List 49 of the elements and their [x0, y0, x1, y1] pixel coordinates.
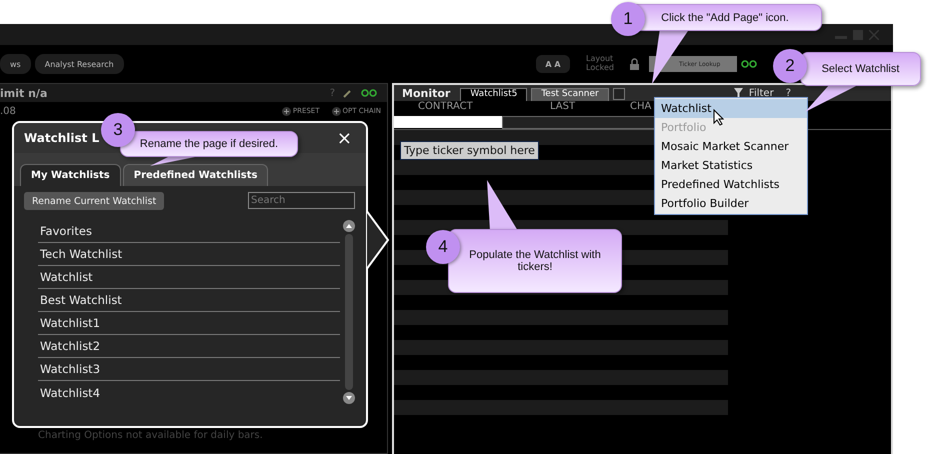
callout-pointer: [487, 180, 518, 231]
panel-title: imit n/a: [0, 86, 48, 100]
price-value: .08: [0, 106, 17, 116]
close-button[interactable]: ×: [336, 128, 352, 148]
plus-icon[interactable]: [282, 106, 291, 116]
add-page-button[interactable]: [612, 88, 625, 100]
column-header: CONTRACT: [418, 101, 474, 114]
watchlist-item[interactable]: Watchlist3: [38, 358, 340, 381]
column-header: LAST: [550, 101, 576, 114]
dialog-title: Watchlist L: [24, 131, 100, 145]
callout-text: Populate the Watchlist with tickers!: [448, 229, 622, 293]
funnel-icon[interactable]: [734, 88, 743, 98]
page-tab[interactable]: Test Scanner: [531, 88, 609, 101]
page-tab[interactable]: Watchlist5: [460, 88, 528, 101]
layout-status: Layout Locked: [586, 55, 615, 73]
scroll-down-icon[interactable]: [343, 392, 355, 404]
menu-item[interactable]: Portfolio Builder: [655, 194, 807, 213]
menu-item[interactable]: Watchlist: [655, 99, 807, 118]
font-size-button[interactable]: A A: [536, 55, 570, 73]
dialog-tab[interactable]: My Watchlists: [20, 164, 121, 186]
link-icon[interactable]: [741, 60, 757, 68]
watchlist-item[interactable]: Watchlist4: [38, 381, 340, 404]
rename-button[interactable]: Rename Current Watchlist: [24, 192, 164, 210]
menu-item[interactable]: Market Statistics: [655, 156, 807, 175]
menu-item[interactable]: Mosaic Market Scanner: [655, 137, 807, 156]
callout-text: Select Watchlist: [800, 52, 921, 86]
watchlist-item[interactable]: Tech Watchlist: [38, 243, 340, 266]
search-field[interactable]: Search: [248, 192, 355, 209]
scroll-up-icon[interactable]: [343, 220, 355, 232]
dialog-tab[interactable]: Predefined Watchlists: [122, 164, 268, 186]
link-icon[interactable]: [361, 89, 377, 97]
panel-title: Monitor: [402, 86, 450, 100]
help-button[interactable]: ?: [786, 88, 791, 98]
watchlist-item[interactable]: Best Watchlist: [38, 289, 340, 312]
pointer-cursor-icon: [713, 109, 724, 126]
watchlist-item[interactable]: Favorites: [38, 220, 340, 243]
chart-note: Charting Options not available for daily bars.: [38, 430, 264, 441]
ticker-tooltip: Type ticker symbol here: [400, 141, 539, 160]
toolbar-tab[interactable]: Analyst Research: [34, 54, 124, 74]
plus-icon[interactable]: [332, 106, 341, 116]
menu-item[interactable]: Predefined Watchlists: [655, 175, 807, 194]
ticker-input[interactable]: [394, 116, 502, 128]
watchlist-item[interactable]: Watchlist2: [38, 335, 340, 358]
toolbar-tab[interactable]: ws: [0, 54, 31, 74]
watchlist-item[interactable]: Watchlist1: [38, 312, 340, 335]
scrollbar-track[interactable]: [345, 234, 353, 390]
lock-icon[interactable]: [630, 58, 639, 70]
filter-button[interactable]: Filter: [748, 88, 774, 98]
watchlist-item[interactable]: Watchlist: [38, 266, 340, 289]
